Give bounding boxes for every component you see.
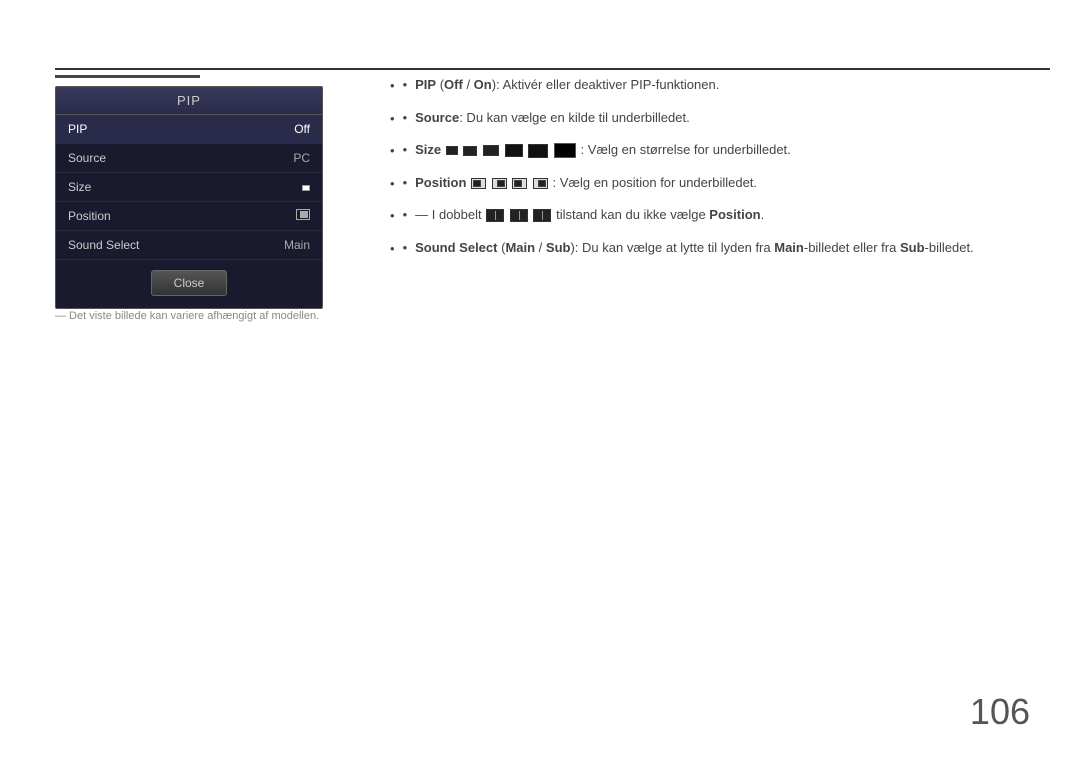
- bullet-sound-select-text: Sound Select (Main / Sub): Du kan vælge …: [415, 238, 974, 258]
- bullet-double-text: ― I dobbelt tilstand kan du ikke vælge P…: [415, 205, 764, 225]
- position-bold2: Position: [709, 207, 760, 222]
- sub-bold2: Sub: [900, 240, 925, 255]
- left-panel: PIP PIP Off Source PC Size: [55, 75, 325, 309]
- pip-item-value: Off: [294, 122, 310, 136]
- top-divider: [55, 68, 1050, 70]
- source-bold: Source: [415, 110, 459, 125]
- sound-select-item-label: Sound Select: [68, 238, 139, 252]
- bullet-dot: •: [403, 238, 408, 258]
- section-line: [55, 75, 200, 78]
- off-bold: Off: [444, 77, 463, 92]
- bullet-sound-select: • Sound Select (Main / Sub): Du kan vælg…: [390, 238, 1050, 259]
- on-bold: On: [474, 77, 492, 92]
- main-bold: Main: [505, 240, 535, 255]
- bullet-dot: •: [403, 173, 408, 193]
- pip-menu-item-position[interactable]: Position: [56, 202, 322, 231]
- dbl-icon-2: [510, 209, 528, 222]
- desc-size-icon-2: [463, 146, 477, 156]
- close-button[interactable]: Close: [151, 270, 228, 296]
- sub-bold: Sub: [546, 240, 571, 255]
- position-bold: Position: [415, 175, 466, 190]
- sound-select-item-value: Main: [284, 238, 310, 252]
- desc-pos-icon-2: [492, 178, 507, 189]
- desc-pos-icon-3: [512, 178, 527, 189]
- bullet-list: • PIP (Off / On): Aktivér eller deaktive…: [390, 75, 1050, 258]
- bullet-dot: •: [403, 140, 408, 160]
- desc-pos-icon-4: [533, 178, 548, 189]
- bullet-dot: •: [403, 108, 408, 128]
- size-item-label: Size: [68, 180, 91, 194]
- right-content: • PIP (Off / On): Aktivér eller deaktive…: [390, 75, 1050, 270]
- footer-note: ― Det viste billede kan variere afhængig…: [55, 310, 319, 322]
- bullet-dot: •: [403, 75, 408, 95]
- source-item-label: Source: [68, 151, 106, 165]
- pip-menu-box: PIP PIP Off Source PC Size: [55, 86, 323, 309]
- pip-item-label: PIP: [68, 122, 87, 136]
- pip-menu-item-sound-select[interactable]: Sound Select Main: [56, 231, 322, 260]
- bullet-position: • Position : Vælg en position for underb…: [390, 173, 1050, 194]
- position-icon: [296, 209, 310, 220]
- pip-title: PIP: [56, 87, 322, 115]
- bullet-size-text: Size : Vælg en størrelse for underbilled…: [415, 140, 791, 160]
- desc-size-icon-3: [483, 145, 499, 156]
- bullet-source: • Source: Du kan vælge en kilde til unde…: [390, 108, 1050, 129]
- close-button-wrap: Close: [56, 260, 322, 308]
- size-icon-sm: [302, 185, 310, 191]
- position-item-label: Position: [68, 209, 111, 223]
- bullet-double: • ― I dobbelt tilstand kan du ikke vælge…: [390, 205, 1050, 226]
- source-item-value: PC: [293, 151, 310, 165]
- sound-select-bold: Sound Select: [415, 240, 497, 255]
- pip-menu-item-size[interactable]: Size: [56, 173, 322, 202]
- pip-menu-item-source[interactable]: Source PC: [56, 144, 322, 173]
- bullet-position-text: Position : Vælg en position for underbil…: [415, 173, 757, 193]
- bullet-source-text: Source: Du kan vælge en kilde til underb…: [415, 108, 690, 128]
- dbl-icon-1: [486, 209, 504, 222]
- pip-menu-item-pip[interactable]: PIP Off: [56, 115, 322, 144]
- bullet-dot: •: [403, 205, 408, 225]
- desc-pos-icon-1: [471, 178, 486, 189]
- bullet-pip: • PIP (Off / On): Aktivér eller deaktive…: [390, 75, 1050, 96]
- bullet-pip-text: PIP (Off / On): Aktivér eller deaktiver …: [415, 75, 719, 95]
- size-bold: Size: [415, 142, 441, 157]
- size-icons: [302, 185, 310, 191]
- pip-menu: PIP Off Source PC Size Position: [56, 115, 322, 260]
- desc-size-icon-5: [528, 144, 548, 158]
- desc-size-icon-4: [505, 144, 523, 157]
- page-number: 106: [970, 691, 1030, 733]
- bullet-size: • Size : Vælg en størrelse for underbill…: [390, 140, 1050, 161]
- dbl-icon-3: [533, 209, 551, 222]
- desc-size-icon-6: [554, 143, 576, 158]
- position-item-value: [296, 209, 310, 223]
- main-bold2: Main: [774, 240, 804, 255]
- desc-size-icon-1: [446, 146, 458, 155]
- size-item-value: [302, 180, 310, 194]
- pip-bold: PIP: [415, 77, 436, 92]
